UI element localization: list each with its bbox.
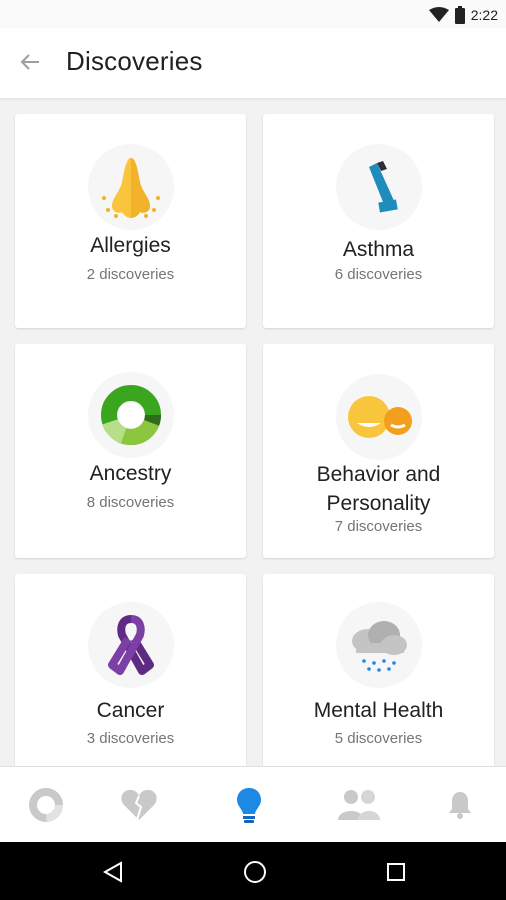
nav-discoveries[interactable] [227, 785, 271, 825]
lightbulb-icon [237, 788, 261, 823]
system-back-button[interactable] [99, 858, 127, 886]
app-bar: Discoveries [0, 28, 506, 99]
bottom-navigation [0, 766, 506, 843]
card-behavior-personality[interactable]: Behavior and Personality 7 discoveries [263, 344, 494, 558]
category-count: 3 discoveries [86, 730, 175, 747]
system-navigation-bar [0, 842, 506, 900]
category-count: 2 discoveries [86, 266, 175, 283]
category-name: Allergies [90, 234, 171, 257]
card-mental-health[interactable]: Mental Health 5 discoveries [263, 574, 494, 766]
heart-icon [121, 789, 157, 821]
card-ancestry[interactable]: Ancestry 8 discoveries [15, 344, 246, 558]
wifi-icon [428, 7, 449, 22]
status-time: 2:22 [470, 7, 498, 23]
bell-icon [449, 792, 471, 819]
category-name-line2: Personality [326, 492, 431, 515]
people-icon [338, 790, 380, 820]
card-asthma[interactable]: Asthma 6 discoveries [263, 114, 494, 328]
card-cancer[interactable]: Cancer 3 discoveries [15, 574, 246, 766]
arrow-left-icon[interactable] [18, 50, 42, 74]
category-count: 8 discoveries [86, 494, 175, 511]
category-name: Asthma [342, 238, 415, 261]
ancestry-donut-icon [100, 385, 161, 445]
ribbon-icon [107, 615, 154, 675]
nav-family[interactable] [337, 785, 381, 825]
discoveries-grid: Allergies 2 discoveries Asthma 6 discove… [0, 98, 506, 766]
faces-icon [347, 396, 412, 438]
nav-dashboard[interactable] [24, 785, 68, 825]
battery-icon [454, 6, 465, 24]
nav-notifications[interactable] [438, 785, 482, 825]
home-circle-icon [244, 861, 266, 883]
category-count: 6 discoveries [334, 266, 423, 283]
system-home-button[interactable] [241, 858, 269, 886]
status-bar: 2:22 [0, 0, 506, 28]
dashboard-icon [29, 788, 63, 822]
inhaler-icon [368, 161, 398, 213]
category-name: Ancestry [89, 462, 172, 485]
card-allergies[interactable]: Allergies 2 discoveries [15, 114, 246, 328]
back-triangle-icon [102, 861, 122, 883]
category-count: 7 discoveries [334, 518, 423, 535]
category-name: Mental Health [313, 699, 444, 722]
category-name: Cancer [96, 699, 165, 722]
nose-icon [101, 158, 160, 218]
recents-square-icon [387, 863, 405, 881]
cloud-rain-icon [351, 621, 407, 672]
category-name: Behavior and [316, 463, 441, 486]
nav-health[interactable] [117, 785, 161, 825]
system-recents-button[interactable] [382, 858, 410, 886]
page-title: Discoveries [66, 46, 203, 76]
category-count: 5 discoveries [334, 730, 423, 747]
